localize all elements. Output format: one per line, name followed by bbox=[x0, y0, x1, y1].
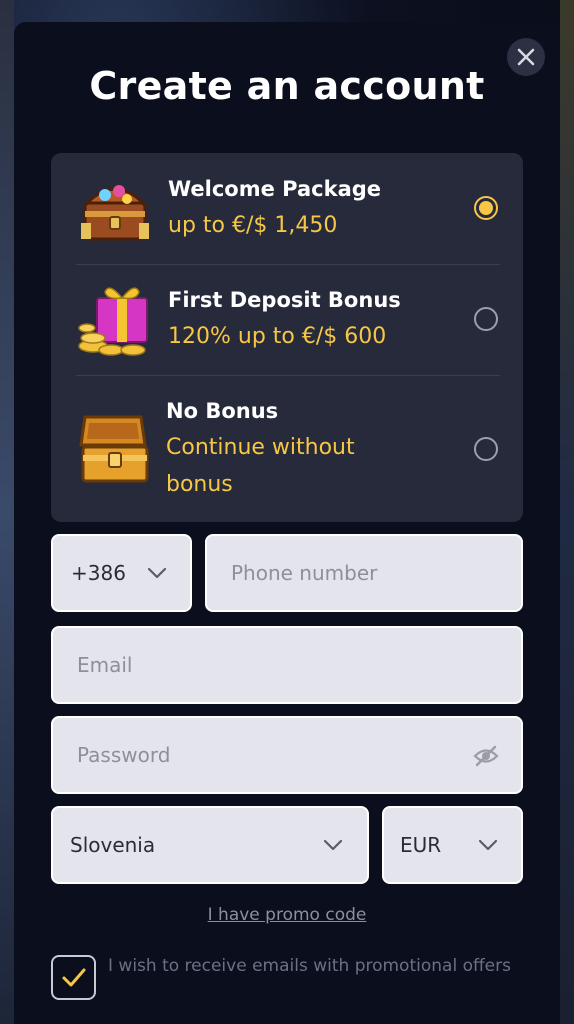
currency-value: EUR bbox=[400, 833, 442, 857]
phone-placeholder: Phone number bbox=[231, 561, 378, 585]
bonus-radio[interactable] bbox=[474, 307, 498, 331]
bonus-subtitle: 120% up to €/$ 600 bbox=[168, 324, 387, 349]
background-left bbox=[0, 0, 14, 1024]
phone-input[interactable]: Phone number bbox=[205, 534, 523, 612]
country-value: Slovenia bbox=[70, 833, 156, 857]
bonus-radio-selected[interactable] bbox=[474, 196, 498, 220]
chevron-down-icon bbox=[147, 567, 167, 579]
treasure-chest-gems-icon bbox=[81, 185, 149, 241]
consent-checkbox[interactable] bbox=[51, 955, 96, 1000]
bonus-title: Welcome Package bbox=[168, 177, 382, 201]
bonus-subtitle-line1: Continue without bbox=[166, 435, 355, 460]
bonus-subtitle: up to €/$ 1,450 bbox=[168, 213, 338, 238]
bonus-title: First Deposit Bonus bbox=[168, 288, 401, 312]
chevron-down-icon bbox=[478, 839, 498, 851]
open-chest-icon bbox=[79, 415, 149, 483]
bonus-option-no-bonus[interactable]: No Bonus Continue without bonus bbox=[51, 375, 523, 522]
country-code-select[interactable]: +386 bbox=[51, 534, 192, 612]
bonus-radio[interactable] bbox=[474, 437, 498, 461]
bonus-subtitle-line2: bonus bbox=[166, 472, 233, 497]
bonus-option-first-deposit[interactable]: First Deposit Bonus 120% up to €/$ 600 bbox=[51, 264, 523, 375]
eye-off-icon[interactable] bbox=[473, 745, 499, 767]
consent-label: I wish to receive emails with promotiona… bbox=[108, 956, 511, 976]
bonus-options: Welcome Package up to €/$ 1,450 First De… bbox=[51, 153, 523, 522]
chevron-down-icon bbox=[323, 839, 343, 851]
background-right bbox=[560, 0, 574, 1024]
promo-code-link[interactable]: I have promo code bbox=[0, 905, 574, 925]
currency-select[interactable]: EUR bbox=[382, 806, 523, 884]
country-select[interactable]: Slovenia bbox=[51, 806, 369, 884]
password-placeholder: Password bbox=[77, 743, 171, 767]
check-icon bbox=[62, 968, 85, 986]
email-placeholder: Email bbox=[77, 653, 133, 677]
gift-box-coins-icon bbox=[78, 287, 148, 356]
page-title: Create an account bbox=[89, 64, 485, 108]
password-input[interactable]: Password bbox=[51, 716, 523, 794]
bonus-option-welcome[interactable]: Welcome Package up to €/$ 1,450 bbox=[51, 153, 523, 264]
bonus-title: No Bonus bbox=[166, 399, 279, 423]
country-code-value: +386 bbox=[71, 561, 126, 585]
email-input[interactable]: Email bbox=[51, 626, 523, 704]
